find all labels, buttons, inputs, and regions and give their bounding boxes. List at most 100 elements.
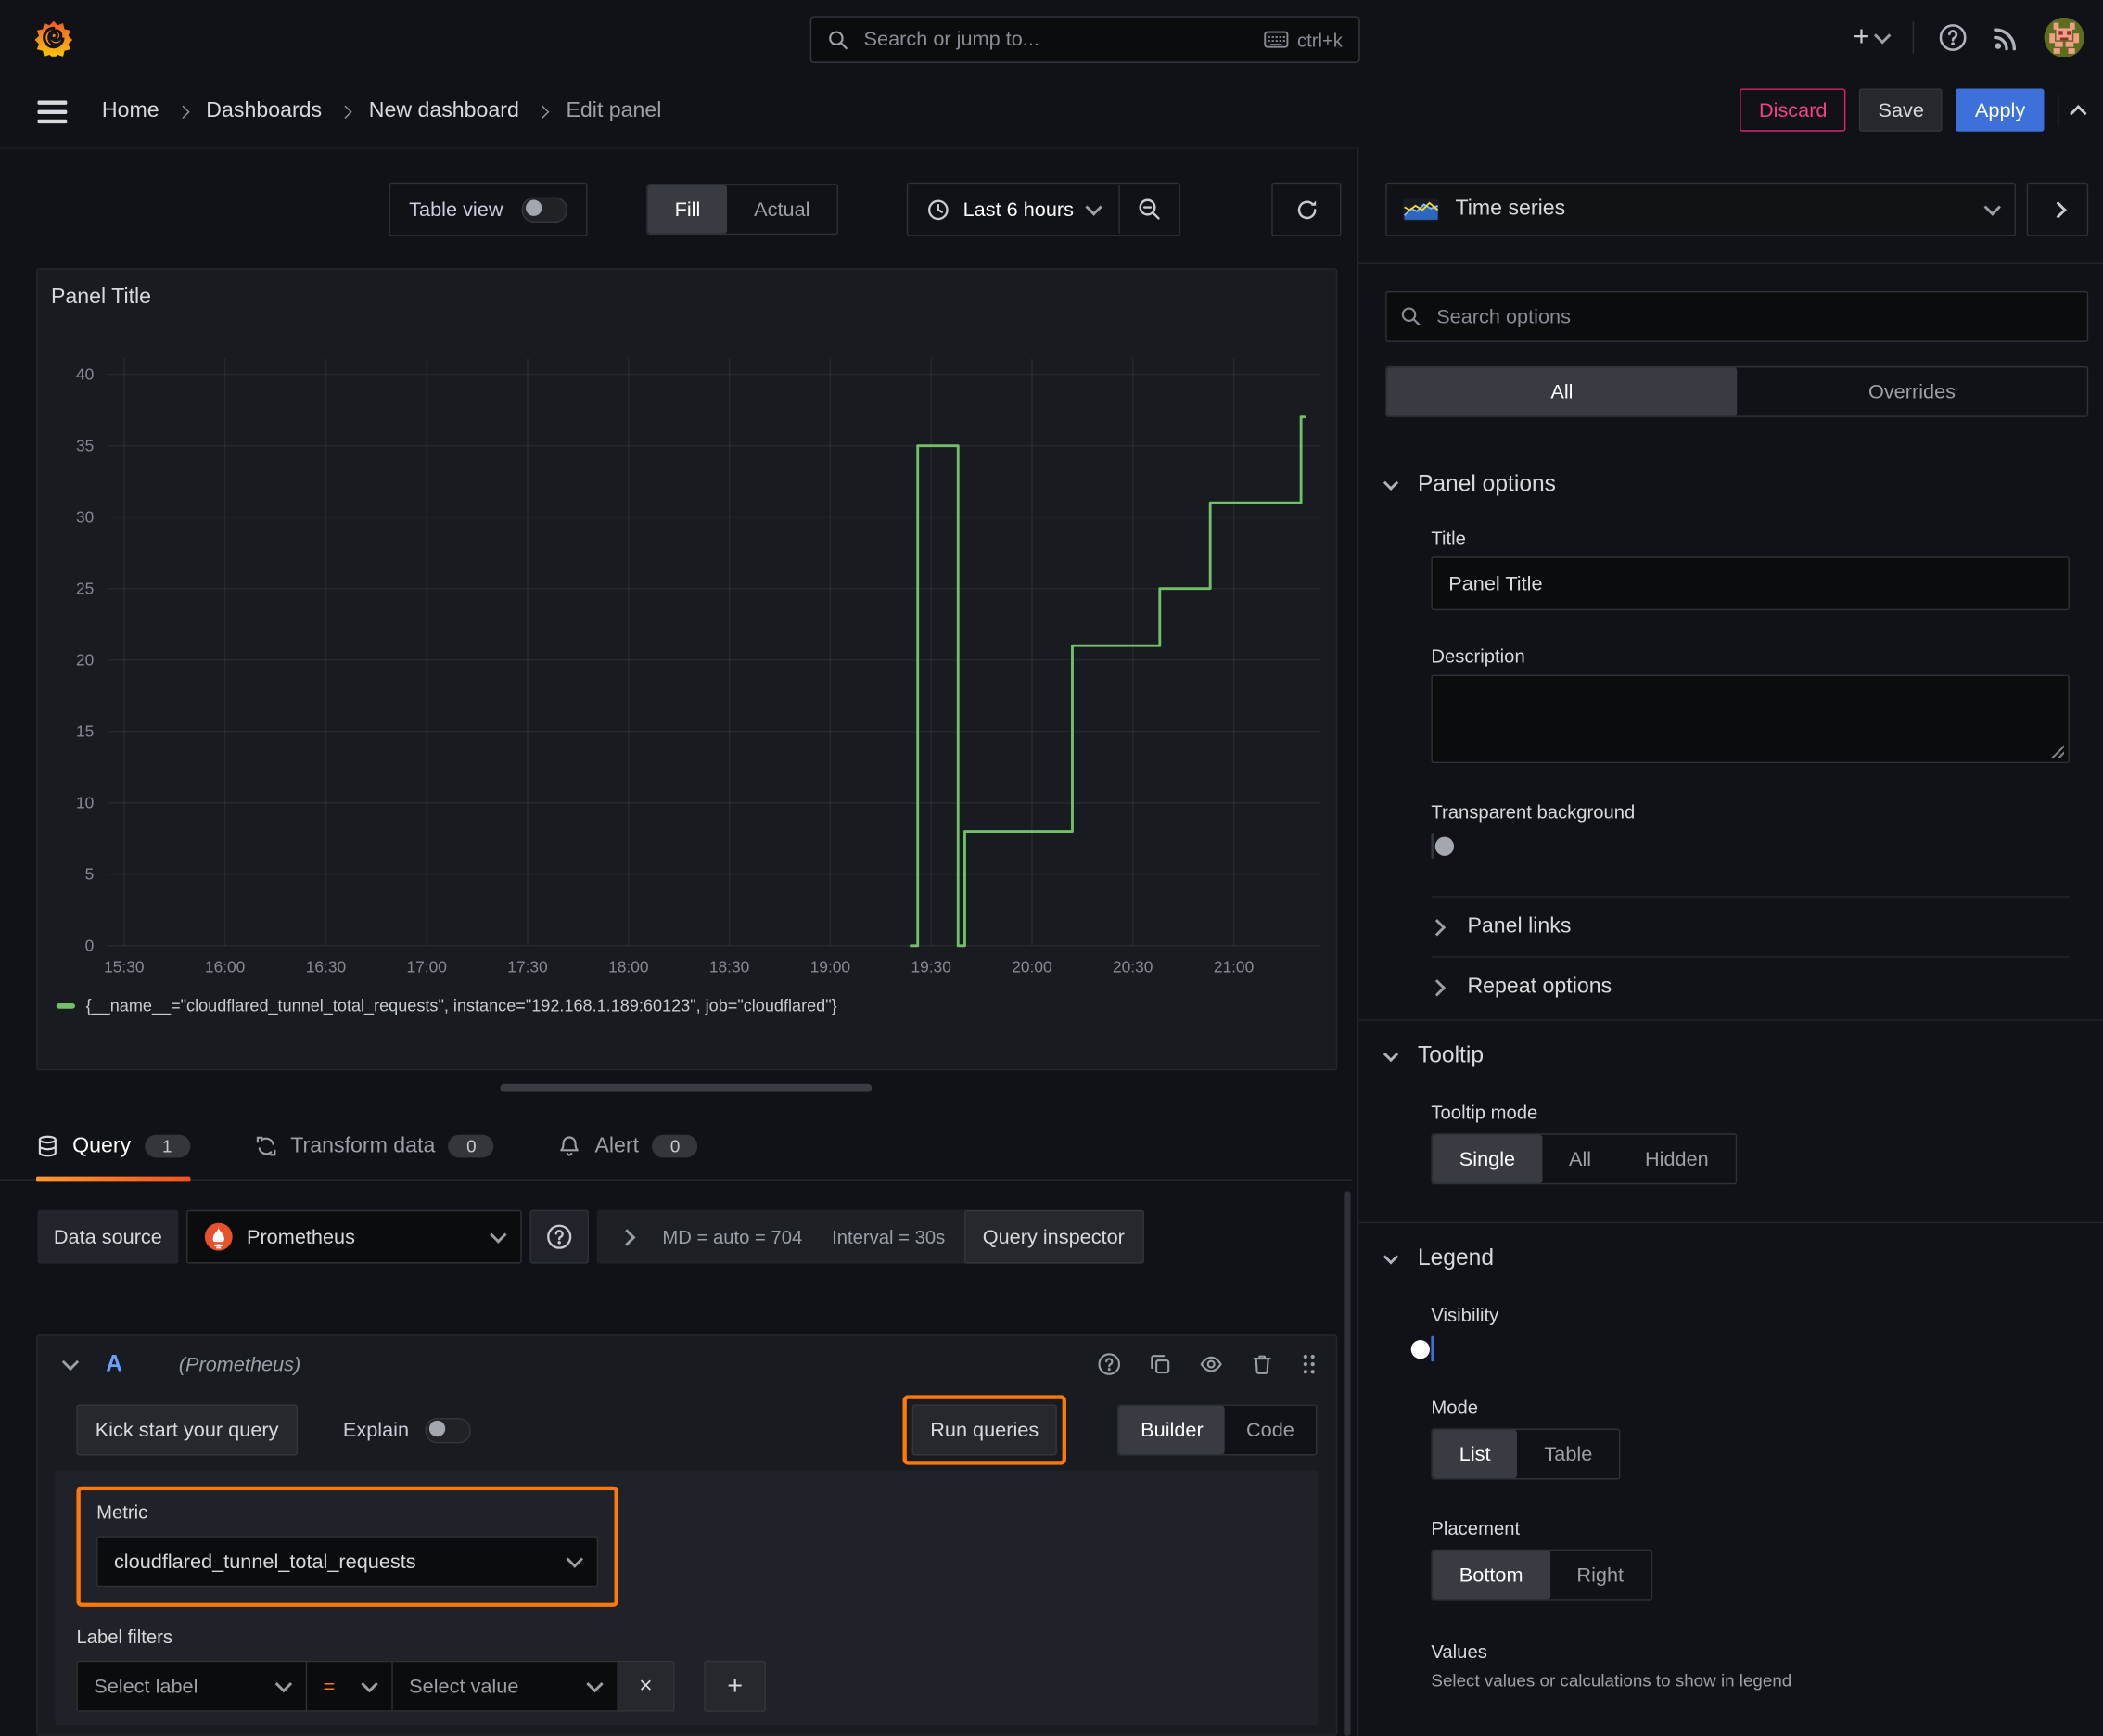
chevron-right-icon [175, 104, 190, 119]
database-icon [36, 1135, 59, 1158]
tab-transform-data[interactable]: Transform data 0 [254, 1113, 494, 1180]
discard-button[interactable]: Discard [1740, 88, 1846, 132]
user-avatar[interactable] [2044, 17, 2084, 58]
scope-overrides-option[interactable]: Overrides [1737, 367, 2087, 415]
refresh-button[interactable] [1271, 182, 1342, 236]
legend-mode-table[interactable]: Table [1517, 1430, 1619, 1478]
legend-visibility-toggle[interactable] [1410, 1335, 1434, 1362]
legend-placement-bottom[interactable]: Bottom [1432, 1551, 1550, 1600]
tooltip-mode-all[interactable]: All [1542, 1135, 1618, 1183]
select-value-dropdown[interactable]: Select value [392, 1660, 618, 1712]
tab-query[interactable]: Query 1 [36, 1113, 190, 1181]
builder-option[interactable]: Builder [1119, 1405, 1225, 1455]
collapse-options-chevron-up-icon[interactable] [2070, 104, 2087, 121]
save-button[interactable]: Save [1859, 88, 1944, 132]
help-button[interactable] [1938, 23, 1968, 53]
add-filter-button[interactable]: + [704, 1660, 766, 1712]
datasource-help-button[interactable] [529, 1209, 589, 1264]
kick-start-query-button[interactable]: Kick start your query [76, 1404, 298, 1456]
fill-option[interactable]: Fill [647, 185, 728, 234]
transform-icon [254, 1135, 277, 1158]
divider [1912, 21, 1915, 54]
drag-handle-icon[interactable] [1301, 1352, 1317, 1376]
repeat-options-section[interactable]: Repeat options [1428, 958, 2088, 1017]
table-view-control: Table view [389, 182, 588, 236]
operator-dropdown[interactable]: = [307, 1660, 393, 1712]
query-ref-id[interactable]: A [106, 1351, 122, 1378]
query-options-summary[interactable]: MD = auto = 704 Interval = 30s [596, 1209, 970, 1264]
series-color-swatch [56, 1002, 76, 1009]
options-search[interactable] [1385, 290, 2089, 342]
query-inspector-button[interactable]: Query inspector [963, 1209, 1144, 1264]
label-filters-label: Label filters [76, 1626, 173, 1648]
metric-select[interactable]: cloudflared_tunnel_total_requests [96, 1536, 599, 1588]
table-view-toggle[interactable] [521, 196, 567, 223]
shortcut-label: ctrl+k [1296, 29, 1343, 51]
panel-options-header[interactable]: Panel options [1383, 471, 2088, 498]
select-label-dropdown[interactable]: Select label [76, 1660, 308, 1712]
breadcrumb-home[interactable]: Home [102, 99, 159, 123]
search-input[interactable] [860, 26, 1252, 53]
breadcrumb: Home Dashboards New dashboard Edit panel [102, 99, 662, 123]
series-label: {__name__="cloudflared_tunnel_total_requ… [85, 996, 837, 1016]
duplicate-query-icon[interactable] [1148, 1352, 1172, 1376]
run-queries-button[interactable]: Run queries [911, 1404, 1058, 1456]
breadcrumb-dashboards[interactable]: Dashboards [206, 99, 322, 123]
keyboard-icon [1264, 31, 1289, 48]
chevron-down-icon [1873, 27, 1892, 45]
collapse-query-chevron[interactable] [61, 1353, 80, 1372]
transparent-background-toggle[interactable] [1431, 833, 1455, 859]
legend-values-hint: Select values or calculations to show in… [1431, 1669, 1792, 1691]
grafana-logo-icon[interactable] [34, 19, 73, 57]
zoom-out-button[interactable] [1119, 198, 1179, 222]
chevron-down-icon [274, 1675, 293, 1693]
tooltip-mode-hidden[interactable]: Hidden [1618, 1135, 1736, 1183]
panel-links-section[interactable]: Panel links [1428, 898, 2088, 957]
tooltip-mode-single[interactable]: Single [1432, 1134, 1543, 1183]
description-textarea[interactable] [1431, 674, 2070, 764]
tab-alert[interactable]: Alert 0 [558, 1113, 698, 1180]
time-series-chart[interactable]: 0 5 10 15 20 25 30 35 40 15:30 16:00 16:30 17:00 17:3… [38, 339, 1336, 986]
grafana-app: ctrl+k + [0, 0, 2103, 1736]
apply-button[interactable]: Apply [1956, 88, 2045, 132]
time-range-picker[interactable]: Last 6 hours [908, 198, 1117, 221]
resize-handle[interactable] [2050, 744, 2065, 759]
remove-filter-button[interactable]: × [618, 1660, 675, 1712]
scope-all-option[interactable]: All [1386, 367, 1738, 416]
explain-toggle[interactable] [425, 1417, 471, 1443]
panel-title-input[interactable] [1431, 556, 2070, 611]
menu-toggle-button[interactable] [37, 99, 68, 123]
legend-values-label: Values [1431, 1640, 1487, 1663]
news-rss-button[interactable] [1992, 23, 2020, 51]
legend-header[interactable]: Legend [1383, 1245, 2088, 1271]
code-option[interactable]: Code [1225, 1406, 1316, 1454]
new-menu-button[interactable]: + [1854, 21, 1892, 54]
horizontal-scrollbar[interactable] [500, 1083, 873, 1092]
svg-text:10: 10 [76, 794, 94, 812]
interval: Interval = 30s [832, 1226, 946, 1248]
svg-text:25: 25 [76, 579, 94, 597]
global-search[interactable]: ctrl+k [809, 16, 1360, 63]
chevron-down-icon [361, 1675, 378, 1693]
chevron-right-icon [536, 104, 550, 119]
legend-mode-label: Mode [1431, 1396, 1479, 1418]
actual-option[interactable]: Actual [727, 185, 836, 234]
legend-mode-list[interactable]: List [1432, 1429, 1518, 1479]
delete-query-trash-icon[interactable] [1250, 1352, 1274, 1376]
visualization-select[interactable]: Time series [1385, 182, 2017, 236]
chevron-down-icon [586, 1675, 604, 1693]
bell-icon [558, 1135, 581, 1158]
toggle-visibility-eye-icon[interactable] [1199, 1352, 1223, 1376]
legend-item[interactable]: {__name__="cloudflared_tunnel_total_requ… [56, 996, 837, 1016]
time-series-viz-icon [1403, 198, 1440, 221]
tooltip-header[interactable]: Tooltip [1383, 1042, 2088, 1069]
legend-placement-right[interactable]: Right [1549, 1551, 1651, 1599]
options-search-input[interactable] [1434, 303, 2074, 330]
query-help-icon[interactable] [1097, 1352, 1121, 1376]
breadcrumb-new-dashboard[interactable]: New dashboard [369, 99, 519, 123]
legend-heading: Legend [1417, 1245, 1495, 1270]
vertical-scrollbar[interactable] [1344, 1191, 1351, 1736]
run-queries-highlight: Run queries [901, 1395, 1067, 1465]
datasource-select[interactable]: Prometheus [185, 1209, 522, 1264]
toggle-viz-picker-button[interactable] [2026, 182, 2089, 236]
